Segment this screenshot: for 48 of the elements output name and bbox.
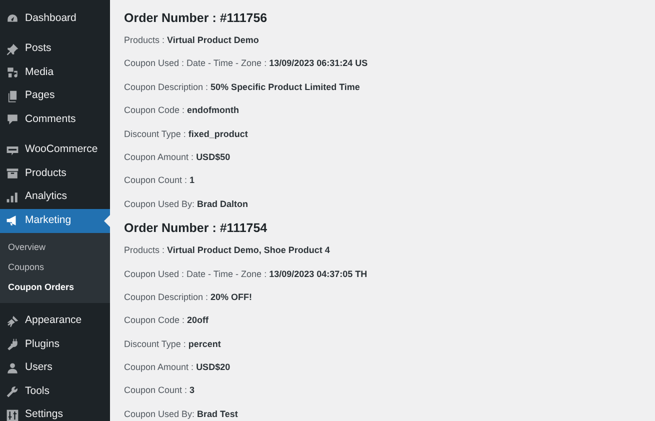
sidebar-menu-item[interactable]: Media bbox=[0, 61, 110, 84]
submenu-item[interactable]: Coupon Orders bbox=[0, 276, 110, 296]
order-title: Order Number : #111754 bbox=[124, 220, 268, 238]
sidebar-menu-item[interactable]: Comments bbox=[0, 108, 110, 132]
order-detail-line: Coupon Used By: Brad Test bbox=[124, 408, 239, 421]
sidebar-menu-item[interactable]: Analytics bbox=[0, 186, 110, 209]
order-detail-line: Discount Type : fixed_product bbox=[124, 128, 249, 141]
order-detail-line: Products : Virtual Product Demo, Shoe Product 4 bbox=[124, 244, 331, 258]
order-detail-line: Coupon Used : Date - Time - Zone : 13/09/2023 06:31:24 US bbox=[124, 57, 369, 70]
sidebar-menu-item[interactable]: Posts bbox=[0, 38, 110, 61]
submenu-item[interactable]: Coupons bbox=[0, 256, 110, 276]
sidebar-menu-item[interactable]: WooCommerce bbox=[0, 138, 110, 162]
wrench-icon bbox=[6, 385, 19, 398]
person-icon bbox=[6, 362, 19, 375]
pages-icon bbox=[6, 90, 19, 103]
order-detail-line: Coupon Code : endofmonth bbox=[124, 104, 240, 118]
order-detail-line: Discount Type : percent bbox=[124, 338, 222, 351]
sidebar-menu-item[interactable]: Tools bbox=[0, 380, 110, 404]
megaphone-icon bbox=[6, 214, 19, 228]
sidebar-menu-item[interactable]: Plugins bbox=[0, 333, 110, 356]
bar-chart-icon bbox=[6, 190, 19, 204]
sidebar-menu-item[interactable]: Settings bbox=[0, 404, 110, 421]
order-detail-line: Coupon Description : 20% OFF! bbox=[124, 290, 254, 304]
order-detail-line: Coupon Description : 50% Specific Product Limited Time bbox=[124, 80, 361, 94]
brush-icon bbox=[6, 314, 19, 328]
triangle-icon bbox=[104, 214, 110, 227]
archive-box-icon bbox=[6, 167, 19, 180]
sidebar-menu-item[interactable]: Appearance bbox=[0, 310, 110, 333]
store-icon bbox=[6, 144, 19, 157]
order-detail-line: Coupon Used : Date - Time - Zone : 13/09/2023 04:37:05 TH bbox=[124, 268, 368, 281]
media-icon bbox=[6, 66, 19, 80]
order-title: Order Number : #111756 bbox=[124, 10, 268, 27]
order-detail-line: Coupon Amount : USD$50 bbox=[124, 150, 232, 164]
order-detail-line: Coupon Count : 1 bbox=[124, 174, 196, 188]
order-detail-line: Coupon Count : 3 bbox=[124, 384, 196, 398]
order-detail-line: Coupon Used By: Brad Dalton bbox=[124, 198, 250, 211]
pin-icon bbox=[6, 42, 19, 56]
sidebar-menu-item[interactable]: Users bbox=[0, 356, 110, 380]
sidebar-menu-item[interactable]: Products bbox=[0, 162, 110, 186]
sidebar-menu-item[interactable]: Dashboard bbox=[0, 7, 110, 30]
sidebar-menu-item[interactable]: Pages bbox=[0, 84, 110, 108]
order-detail-line: Products : Virtual Product Demo bbox=[124, 34, 260, 47]
submenu-item[interactable]: Overview bbox=[0, 236, 110, 256]
speech-bubble-icon bbox=[6, 113, 19, 126]
order-detail-line: Coupon Amount : USD$20 bbox=[124, 361, 232, 374]
plug-icon bbox=[6, 338, 19, 352]
sidebar-menu-item[interactable]: Marketing bbox=[0, 209, 110, 232]
order-detail-line: Coupon Code : 20off bbox=[124, 314, 210, 328]
